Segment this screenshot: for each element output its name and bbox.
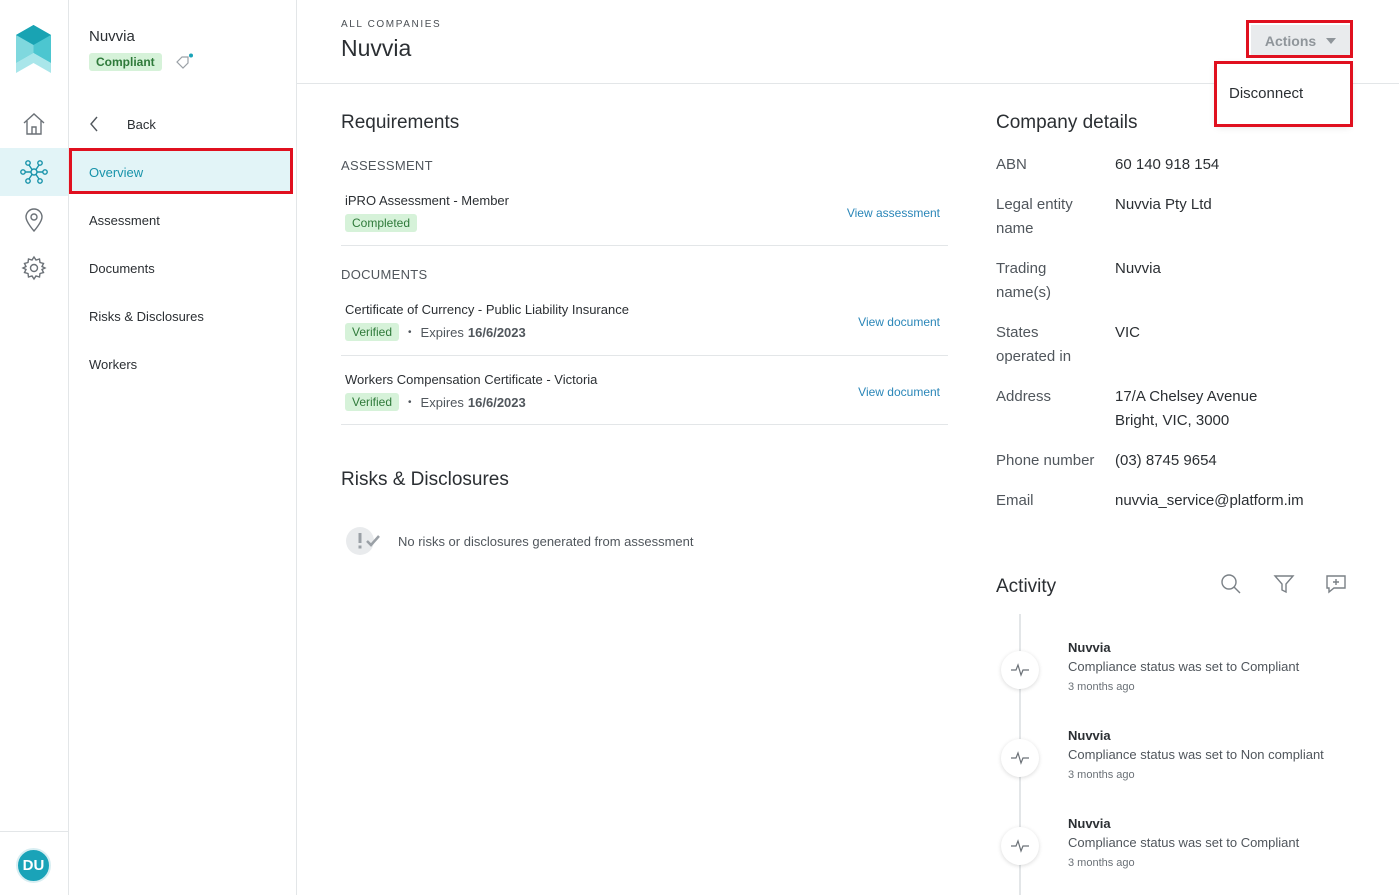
- detail-value: Nuvvia: [1115, 260, 1161, 277]
- detail-value: 17/A Chelsey Avenue Bright, VIC, 3000: [1115, 388, 1258, 429]
- filter-icon[interactable]: [1273, 573, 1295, 595]
- rail-locations[interactable]: [0, 196, 68, 244]
- tag-icon[interactable]: [176, 53, 194, 69]
- document-status-badge: Verified: [345, 393, 400, 411]
- assessment-section-label: ASSESSMENT: [341, 158, 433, 173]
- subnav-item-workers[interactable]: Workers: [69, 343, 295, 385]
- expires-date: 16/6/2023: [467, 394, 526, 410]
- back-label: Back: [127, 116, 156, 132]
- activity-actor: Nuvvia: [1068, 640, 1111, 655]
- actions-button[interactable]: Actions: [1251, 25, 1350, 56]
- rail-network[interactable]: [0, 148, 68, 196]
- detail-key: Trading name(s): [996, 260, 1052, 301]
- menu-item-disconnect[interactable]: Disconnect: [1229, 85, 1303, 102]
- document-status-badge: Verified: [345, 323, 400, 341]
- activity-description: Compliance status was set to Non complia…: [1068, 747, 1324, 762]
- caret-down-icon: [1326, 37, 1337, 44]
- view-document-link[interactable]: View document: [858, 385, 940, 399]
- rail-home[interactable]: [0, 100, 68, 148]
- pulse-icon: [1011, 839, 1029, 853]
- view-assessment-link[interactable]: View assessment: [847, 206, 940, 220]
- activity-description: Compliance status was set to Compliant: [1068, 835, 1300, 850]
- timeline-node: [1001, 827, 1039, 865]
- user-avatar[interactable]: DU: [16, 848, 51, 883]
- detail-value: (03) 8745 9654: [1115, 452, 1217, 469]
- detail-key: Phone number: [996, 452, 1095, 469]
- activity-entry: Nuvvia Compliance status was set to Comp…: [1068, 640, 1299, 693]
- separator-dot: •: [408, 326, 412, 338]
- requirements-title: Requirements: [341, 112, 460, 133]
- document-meta: Verified • Expires 16/6/2023: [345, 393, 526, 411]
- activity-time: 3 months ago: [1068, 681, 1135, 693]
- home-icon: [23, 113, 45, 135]
- company-subnav: Nuvvia Compliant Back Overview Assessmen…: [69, 0, 297, 895]
- assessment-status-badge: Completed: [345, 214, 418, 232]
- chevron-left-icon: [90, 116, 98, 132]
- expires-prefix: Expires: [420, 394, 464, 410]
- pulse-icon: [1011, 751, 1029, 765]
- document-meta: Verified • Expires 16/6/2023: [345, 323, 526, 341]
- detail-value[interactable]: nuvvia_service@platform.im: [1115, 489, 1304, 513]
- detail-key: States operated in: [996, 324, 1072, 365]
- detail-key: Legal entity name: [996, 196, 1073, 237]
- activity-time: 3 months ago: [1068, 769, 1135, 781]
- expires-date: 16/6/2023: [467, 324, 526, 340]
- subnav-company-name: Nuvvia: [89, 28, 135, 45]
- rail-divider: [0, 831, 68, 832]
- gear-icon: [21, 255, 47, 281]
- activity-actor: Nuvvia: [1068, 816, 1111, 831]
- pulse-icon: [1011, 663, 1029, 677]
- detail-value: Nuvvia Pty Ltd: [1115, 196, 1212, 213]
- add-comment-icon[interactable]: [1325, 573, 1347, 595]
- breadcrumb[interactable]: ALL COMPANIES: [341, 19, 441, 30]
- activity-entry: Nuvvia Compliance status was set to Comp…: [1068, 816, 1299, 869]
- detail-key: Address: [996, 388, 1052, 405]
- activity-actor: Nuvvia: [1068, 728, 1111, 743]
- subnav-item-assessment[interactable]: Assessment: [69, 199, 295, 241]
- detail-key: ABN: [996, 156, 1027, 173]
- view-document-link[interactable]: View document: [858, 315, 940, 329]
- subnav-item-risks[interactable]: Risks & Disclosures: [69, 295, 295, 337]
- document-row: Certificate of Currency - Public Liabili…: [341, 299, 948, 356]
- rail-settings[interactable]: [0, 244, 68, 292]
- activity-time: 3 months ago: [1068, 857, 1135, 869]
- detail-value: 60 140 918 154: [1115, 156, 1220, 173]
- detail-value: VIC: [1115, 324, 1141, 341]
- company-details-title: Company details: [996, 112, 1138, 133]
- documents-section-label: DOCUMENTS: [341, 267, 428, 282]
- icon-rail: DU: [0, 0, 69, 895]
- activity-description: Compliance status was set to Compliant: [1068, 659, 1300, 674]
- timeline-node: [1001, 651, 1039, 689]
- subnav-item-documents[interactable]: Documents: [69, 247, 295, 289]
- risks-title: Risks & Disclosures: [341, 469, 509, 490]
- search-icon[interactable]: [1220, 573, 1242, 595]
- document-name: Workers Compensation Certificate - Victo…: [345, 372, 598, 387]
- detail-key: Email: [996, 492, 1034, 509]
- subnav-item-overview[interactable]: Overview: [71, 151, 292, 193]
- page-title: Nuvvia: [341, 35, 412, 61]
- no-risk-check-icon: [346, 527, 380, 555]
- document-row: Workers Compensation Certificate - Victo…: [341, 369, 948, 425]
- activity-entry: Nuvvia Compliance status was set to Non …: [1068, 728, 1324, 781]
- assessment-name: iPRO Assessment - Member: [345, 193, 509, 208]
- compliance-status-badge: Compliant: [89, 53, 162, 71]
- document-name: Certificate of Currency - Public Liabili…: [345, 302, 629, 317]
- separator-dot: •: [408, 396, 412, 408]
- app-logo-icon[interactable]: [16, 25, 51, 73]
- expires-prefix: Expires: [420, 324, 464, 340]
- back-link[interactable]: Back: [89, 112, 156, 136]
- map-pin-icon: [25, 208, 43, 233]
- no-risks-message: No risks or disclosures generated from a…: [345, 526, 694, 556]
- assessment-row: iPRO Assessment - Member Completed View …: [341, 190, 948, 246]
- activity-title: Activity: [996, 576, 1057, 597]
- actions-label: Actions: [1264, 32, 1317, 49]
- network-icon: [20, 160, 48, 184]
- timeline-node: [1001, 739, 1039, 777]
- no-risks-text: No risks or disclosures generated from a…: [398, 533, 694, 549]
- actions-dropdown: Disconnect: [1217, 64, 1350, 124]
